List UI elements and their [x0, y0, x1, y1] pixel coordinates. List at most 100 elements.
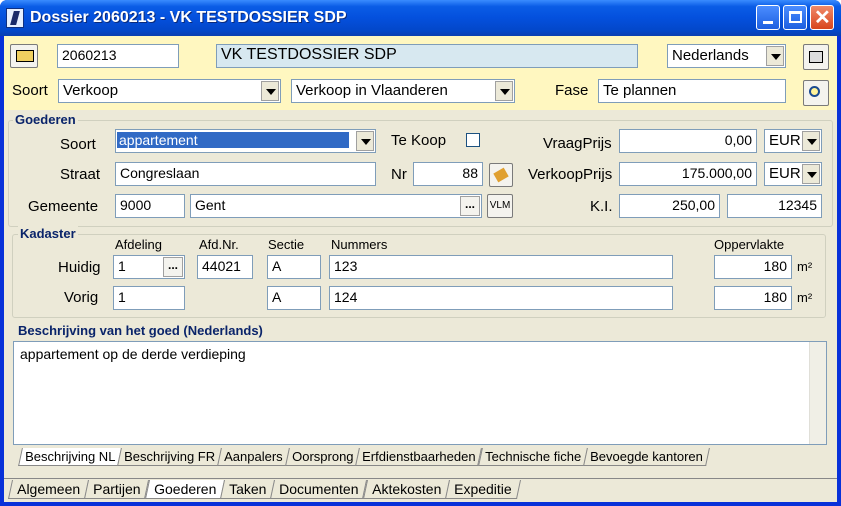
goed-soort-value: appartement	[117, 132, 349, 148]
vraag-currency-value: EUR	[769, 132, 801, 149]
pencil-icon	[493, 167, 509, 183]
tab-taken[interactable]: Taken	[219, 480, 276, 499]
soort-select[interactable]: Verkoop	[58, 79, 281, 103]
magnifier-icon	[809, 86, 820, 97]
tab-erfdienstbaarheden[interactable]: Erfdienstbaarheden	[355, 448, 483, 466]
goed-soort-select[interactable]: appartement	[115, 129, 376, 153]
huidig-oppervlakte-field[interactable]: 180	[714, 255, 792, 279]
beschrijving-title: Beschrijving van het goed (Nederlands)	[18, 323, 263, 338]
vorig-label: Vorig	[64, 289, 99, 306]
language-value: Nederlands	[672, 47, 749, 64]
description-tabs: Beschrijving NL Beschrijving FR Aanpaler…	[18, 448, 710, 466]
vorig-nummers-field[interactable]: 124	[329, 286, 673, 310]
te-koop-label: Te Koop	[391, 132, 447, 149]
chevron-down-icon	[356, 131, 374, 151]
chevron-down-icon	[261, 81, 279, 101]
huidig-afdeling-value: 1	[118, 258, 126, 274]
vorig-oppervlakte-field[interactable]: 180	[714, 286, 792, 310]
verkoopprijs-label: VerkoopPrijs	[528, 166, 613, 183]
subsoort-select[interactable]: Verkoop in Vlaanderen	[291, 79, 515, 103]
afdnr-header: Afd.Nr.	[199, 237, 239, 252]
tab-beschrijving-nl[interactable]: Beschrijving NL	[18, 448, 123, 466]
huidig-unit: m²	[797, 259, 813, 274]
printer-icon	[809, 51, 823, 63]
app-icon	[6, 8, 24, 28]
map-lookup-button[interactable]	[489, 163, 513, 187]
open-folder-button[interactable]	[10, 44, 38, 68]
huidig-label: Huidig	[58, 259, 101, 276]
ki-label: K.I.	[590, 198, 613, 215]
main-tabs: Algemeen Partijen Goederen Taken Documen…	[7, 480, 521, 499]
oppervlakte-header: Oppervlakte	[714, 237, 785, 252]
goederen-group-title: Goederen	[13, 112, 78, 127]
fase-field[interactable]: Te plannen	[598, 79, 786, 103]
nummers-header: Nummers	[331, 237, 388, 252]
tab-bevoegde-kantoren[interactable]: Bevoegde kantoren	[583, 448, 710, 466]
main-tabs-divider	[4, 478, 837, 479]
tab-algemeen[interactable]: Algemeen	[7, 480, 90, 499]
minimize-button[interactable]	[756, 5, 780, 30]
postcode-field[interactable]: 9000	[115, 194, 185, 218]
goed-soort-label: Soort	[60, 136, 96, 153]
verkoop-currency-select[interactable]: EUR	[764, 162, 822, 186]
search-button[interactable]	[803, 80, 829, 106]
afdeling-header: Afdeling	[115, 237, 162, 252]
afdeling-lookup-button[interactable]: ...	[163, 257, 183, 277]
vlm-button[interactable]: VLM	[487, 194, 513, 218]
kadaster-group-title: Kadaster	[18, 226, 78, 241]
sectie-header: Sectie	[268, 237, 305, 252]
vraag-currency-select[interactable]: EUR	[764, 129, 822, 153]
vraagprijs-field[interactable]: 0,00	[619, 129, 757, 153]
chevron-down-icon	[495, 81, 513, 101]
huidig-nummers-field[interactable]: 123	[329, 255, 673, 279]
chevron-down-icon	[802, 131, 820, 151]
close-button[interactable]: ✕	[810, 5, 834, 30]
ki-field[interactable]: 250,00	[619, 194, 720, 218]
vorig-afdeling-field[interactable]: 1	[113, 286, 185, 310]
nr-field[interactable]: 88	[413, 162, 483, 186]
ki-extra-field[interactable]: 12345	[727, 194, 822, 218]
tab-goederen[interactable]: Goederen	[144, 480, 225, 499]
soort-value: Verkoop	[63, 82, 119, 99]
huidig-sectie-field[interactable]: A	[267, 255, 321, 279]
tab-partijen[interactable]: Partijen	[84, 480, 150, 499]
fase-label: Fase	[555, 82, 589, 99]
close-icon: ✕	[814, 7, 831, 29]
soort-label: Soort	[12, 82, 48, 99]
folder-icon	[16, 50, 34, 62]
tab-documenten[interactable]: Documenten	[270, 480, 368, 499]
verkoop-currency-value: EUR	[769, 165, 801, 182]
beschrijving-textarea[interactable]: appartement op de derde verdieping	[13, 341, 827, 445]
vorig-unit: m²	[797, 290, 813, 305]
chevron-down-icon	[766, 46, 784, 66]
vorig-sectie-field[interactable]: A	[267, 286, 321, 310]
window-title: Dossier 2060213 - VK TESTDOSSIER SDP	[30, 9, 347, 26]
tab-expeditie[interactable]: Expeditie	[444, 480, 521, 499]
chevron-down-icon	[802, 164, 820, 184]
vraagprijs-label: VraagPrijs	[543, 135, 612, 152]
gemeente-lookup-button[interactable]: ...	[460, 196, 480, 216]
huidig-afdnr-field[interactable]: 44021	[197, 255, 253, 279]
maximize-button[interactable]	[783, 5, 807, 30]
dossier-name-field[interactable]: VK TESTDOSSIER SDP	[216, 44, 638, 68]
subsoort-value: Verkoop in Vlaanderen	[296, 82, 448, 99]
tab-technische-fiche[interactable]: Technische fiche	[477, 448, 588, 466]
straat-field[interactable]: Congreslaan	[115, 162, 376, 186]
tab-aktekosten[interactable]: Aktekosten	[362, 480, 450, 499]
beschrijving-scrollbar[interactable]	[809, 342, 826, 444]
straat-label: Straat	[60, 166, 101, 183]
tab-oorsprong[interactable]: Oorsprong	[284, 448, 361, 466]
dossier-number-field[interactable]: 2060213	[57, 44, 179, 68]
beschrijving-text: appartement op de derde verdieping	[20, 346, 246, 362]
tab-aanpalers[interactable]: Aanpalers	[217, 448, 290, 466]
verkoopprijs-field[interactable]: 175.000,00	[619, 162, 757, 186]
nr-label: Nr	[391, 166, 407, 183]
gemeente-label: Gemeente	[28, 198, 99, 215]
title-bar: Dossier 2060213 - VK TESTDOSSIER SDP ✕	[0, 0, 841, 36]
tab-beschrijving-fr[interactable]: Beschrijving FR	[117, 448, 223, 466]
gemeente-field[interactable]: Gent	[190, 194, 482, 218]
print-button[interactable]	[803, 44, 829, 70]
te-koop-checkbox[interactable]	[466, 133, 480, 147]
language-select[interactable]: Nederlands	[667, 44, 786, 68]
gemeente-value: Gent	[195, 197, 226, 213]
